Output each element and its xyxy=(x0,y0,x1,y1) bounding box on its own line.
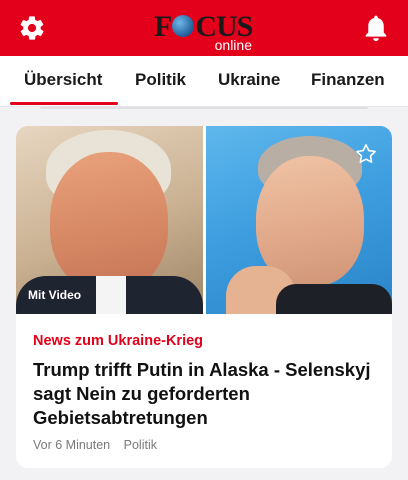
focus-online-logo[interactable]: F CUS online xyxy=(154,10,254,52)
bell-icon xyxy=(365,15,387,42)
globe-icon xyxy=(172,15,195,37)
article-meta: Vor 6 Minuten Politik xyxy=(33,437,157,453)
article-section: Politik xyxy=(123,438,157,452)
active-tab-indicator xyxy=(10,102,118,105)
article-headline[interactable]: Trump trifft Putin in Alaska - Selenskyj… xyxy=(33,358,378,430)
app-header: F CUS online xyxy=(0,0,408,56)
article-time: Vor 6 Minuten xyxy=(33,438,111,452)
article-card[interactable]: Mit Video News zum Ukraine-Krieg Trump t… xyxy=(16,126,392,468)
article-kicker: News zum Ukraine-Krieg xyxy=(33,333,204,349)
tab-politik[interactable]: Politik xyxy=(135,70,186,90)
face-shape xyxy=(50,152,168,292)
notifications-button[interactable] xyxy=(360,12,392,44)
tab-uebersicht[interactable]: Übersicht xyxy=(24,70,102,90)
star-outline-icon[interactable] xyxy=(354,142,378,166)
article-image-putin[interactable] xyxy=(206,126,392,314)
category-tabs: Übersicht Politik Ukraine Finanzen xyxy=(0,56,408,106)
tab-ukraine[interactable]: Ukraine xyxy=(218,70,280,90)
tabs-shadow xyxy=(40,107,368,109)
logo-subtitle: online xyxy=(214,37,252,53)
suit-shape xyxy=(276,284,392,314)
settings-button[interactable] xyxy=(16,12,48,44)
tab-finanzen[interactable]: Finanzen xyxy=(311,70,385,90)
article-image-trump[interactable]: Mit Video xyxy=(16,126,203,314)
gear-icon xyxy=(20,16,44,40)
video-label: Mit Video xyxy=(28,288,82,302)
shirt-shape xyxy=(96,276,126,314)
